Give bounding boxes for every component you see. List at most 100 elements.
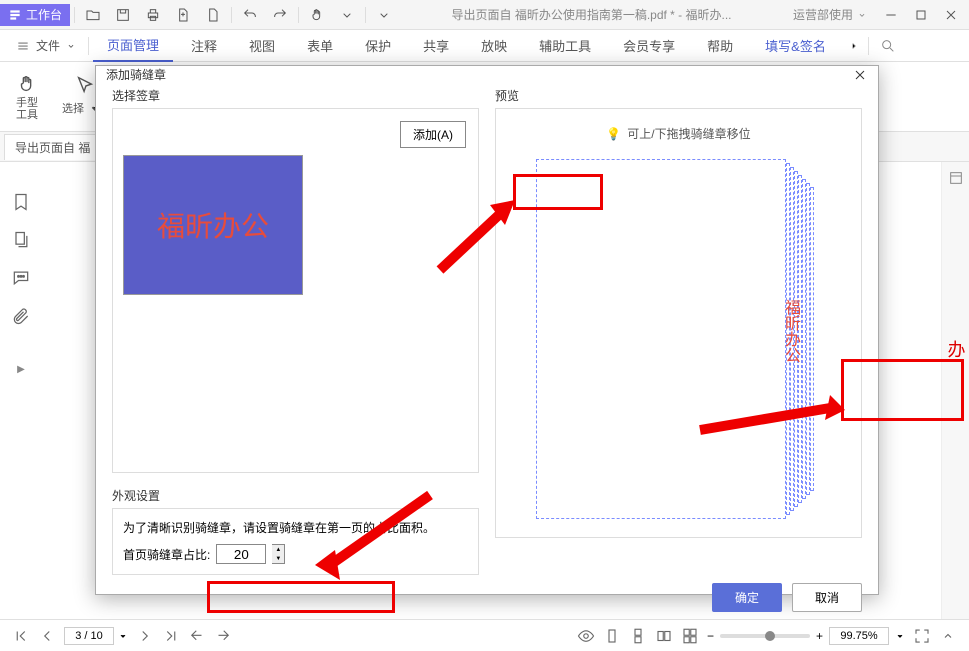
- titlebar-right: 运营部使用: [785, 1, 969, 29]
- menu-assist[interactable]: 辅助工具: [525, 30, 605, 61]
- eye-icon[interactable]: [577, 627, 595, 645]
- cancel-button[interactable]: 取消: [792, 583, 862, 612]
- close-icon[interactable]: [937, 1, 965, 29]
- title-bar: 工作台 导出页面自 福昕办公使用指南第一稿.pdf * - 福昕办... 运营部…: [0, 0, 969, 30]
- expand-sidebar[interactable]: ▶: [17, 364, 25, 375]
- attachment-icon[interactable]: [11, 306, 31, 326]
- undo-icon[interactable]: [236, 1, 264, 29]
- add-signature-button[interactable]: 添加(A): [400, 121, 466, 148]
- minimize-icon[interactable]: [877, 1, 905, 29]
- continuous-icon[interactable]: [629, 627, 647, 645]
- zoom-in-icon[interactable]: +: [816, 629, 823, 643]
- nav-back-icon[interactable]: [188, 627, 206, 645]
- redo-icon[interactable]: [266, 1, 294, 29]
- menu-fill-sign[interactable]: 填写&签名: [751, 30, 840, 61]
- ratio-input[interactable]: [216, 544, 266, 564]
- facing-continuous-icon[interactable]: [681, 627, 699, 645]
- status-bar: − +: [0, 619, 969, 651]
- signature-text: 福昕办公: [157, 205, 269, 245]
- last-page-icon[interactable]: [162, 627, 180, 645]
- select-sig-label: 选择签章: [112, 83, 479, 108]
- dialog-body: 选择签章 添加(A) 福昕办公 外观设置 为了清晰识别骑缝章，请设置骑缝章在第一…: [96, 83, 878, 583]
- zoom-out-icon[interactable]: −: [707, 629, 714, 643]
- export-icon[interactable]: [169, 1, 197, 29]
- brand-icon: [8, 8, 22, 22]
- facing-icon[interactable]: [655, 627, 673, 645]
- signature-thumbnail[interactable]: 福昕办公: [123, 155, 303, 295]
- first-page-icon[interactable]: [12, 627, 30, 645]
- ratio-spinner: ▲ ▼: [272, 544, 285, 564]
- separator: [88, 37, 89, 55]
- appearance-section: 外观设置 为了清晰识别骑缝章，请设置骑缝章在第一页的占比面积。 首页骑缝章占比:…: [112, 483, 479, 575]
- cursor-icon: [74, 74, 96, 96]
- chevron-down-icon[interactable]: [895, 631, 905, 641]
- ok-button[interactable]: 确定: [712, 583, 782, 612]
- maximize-icon[interactable]: [907, 1, 935, 29]
- single-page-icon[interactable]: [603, 627, 621, 645]
- ratio-row: 首页骑缝章占比: ▲ ▼: [123, 544, 468, 564]
- menu-view[interactable]: 视图: [235, 30, 289, 61]
- hand-tool-icon[interactable]: [303, 1, 331, 29]
- page-stack-preview[interactable]: 福昕办公: [536, 159, 796, 529]
- panel-icon[interactable]: [948, 170, 964, 186]
- pages-icon[interactable]: [11, 230, 31, 250]
- dept-dropdown[interactable]: 运营部使用: [785, 6, 875, 23]
- preview-hint-text: 可上/下拖拽骑缝章移位: [627, 125, 750, 142]
- page-input[interactable]: [64, 627, 114, 645]
- comment-icon[interactable]: [11, 268, 31, 288]
- right-sidebar: 办: [941, 162, 969, 622]
- zoom-controls: − +: [707, 627, 905, 645]
- menu-help[interactable]: 帮助: [693, 30, 747, 61]
- hand-icon: [16, 73, 38, 95]
- appearance-description: 为了清晰识别骑缝章，请设置骑缝章在第一页的占比面积。: [123, 519, 468, 536]
- spinner-up[interactable]: ▲: [272, 545, 284, 554]
- window-title: 导出页面自 福昕办公使用指南第一稿.pdf * - 福昕办...: [398, 6, 785, 23]
- hand-tool-label: 手型 工具: [16, 97, 38, 121]
- page-icon[interactable]: [199, 1, 227, 29]
- prev-page-icon[interactable]: [38, 627, 56, 645]
- dialog-close-icon[interactable]: [852, 67, 868, 83]
- appearance-box: 为了清晰识别骑缝章，请设置骑缝章在第一页的占比面积。 首页骑缝章占比: ▲ ▼: [112, 508, 479, 575]
- menu-share[interactable]: 共享: [409, 30, 463, 61]
- dropdown-icon[interactable]: [370, 1, 398, 29]
- chevron-down-icon: [66, 41, 76, 51]
- menu-page-management[interactable]: 页面管理: [93, 29, 173, 62]
- dept-label: 运营部使用: [793, 6, 853, 23]
- signature-selection-box: 添加(A) 福昕办公: [112, 108, 479, 473]
- preview-label: 预览: [495, 83, 862, 108]
- hand-tool-button[interactable]: 手型 工具: [8, 69, 46, 125]
- save-icon[interactable]: [109, 1, 137, 29]
- file-menu[interactable]: 文件: [8, 37, 84, 54]
- menu-scroll-right[interactable]: [844, 41, 864, 51]
- menu-play[interactable]: 放映: [467, 30, 521, 61]
- chevron-down-icon: [857, 10, 867, 20]
- brand-label: 工作台: [26, 6, 62, 23]
- brand-badge[interactable]: 工作台: [0, 4, 70, 26]
- collapse-icon[interactable]: [939, 627, 957, 645]
- open-icon[interactable]: [79, 1, 107, 29]
- chevron-down-icon[interactable]: [333, 1, 361, 29]
- dialog-left-column: 选择签章 添加(A) 福昕办公 外观设置 为了清晰识别骑缝章，请设置骑缝章在第一…: [112, 83, 479, 575]
- bookmark-icon[interactable]: [11, 192, 31, 212]
- separator: [365, 7, 366, 23]
- menu-protect[interactable]: 保护: [351, 30, 405, 61]
- zoom-slider[interactable]: [720, 634, 810, 638]
- separator: [298, 7, 299, 23]
- document-tab[interactable]: 导出页面自 福: [4, 134, 101, 160]
- menu-vip[interactable]: 会员专享: [609, 30, 689, 61]
- chevron-down-icon[interactable]: [118, 631, 128, 641]
- add-straddle-seal-dialog: 添加骑缝章 选择签章 添加(A) 福昕办公 外观设置 为了清晰识别骑缝章，请设置…: [95, 65, 879, 595]
- fullscreen-icon[interactable]: [913, 627, 931, 645]
- menu-form[interactable]: 表单: [293, 30, 347, 61]
- preview-box: 💡 可上/下拖拽骑缝章移位 福昕办公: [495, 108, 862, 538]
- menu-annotation[interactable]: 注释: [177, 30, 231, 61]
- search-button[interactable]: [873, 38, 903, 54]
- preview-stamp-text[interactable]: 福昕办公: [778, 299, 802, 363]
- menu-bar: 文件 页面管理 注释 视图 表单 保护 共享 放映 辅助工具 会员专享 帮助 填…: [0, 30, 969, 62]
- nav-forward-icon[interactable]: [214, 627, 232, 645]
- dialog-title: 添加骑缝章: [106, 66, 166, 83]
- print-icon[interactable]: [139, 1, 167, 29]
- next-page-icon[interactable]: [136, 627, 154, 645]
- zoom-input[interactable]: [829, 627, 889, 645]
- spinner-down[interactable]: ▼: [272, 554, 284, 563]
